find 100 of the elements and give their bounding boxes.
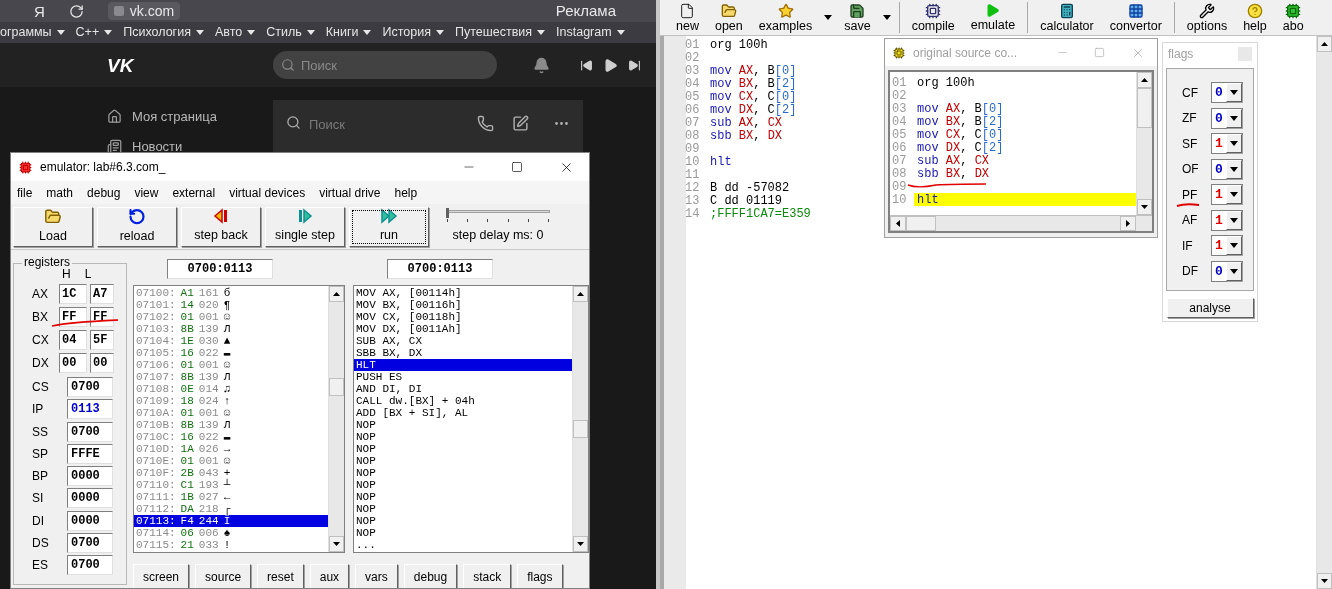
register-field[interactable]: FFFE <box>67 443 113 464</box>
memory-row[interactable]: 0710B: 8B 139 Л <box>134 419 328 431</box>
toolbar-button[interactable]: Load <box>13 206 93 247</box>
menu-item[interactable]: math <box>46 183 74 202</box>
register-field[interactable]: 0700 <box>67 532 113 553</box>
flag-dropdown[interactable]: 0 <box>1211 158 1243 180</box>
maximize-icon[interactable] <box>511 161 523 173</box>
memory-row[interactable]: 07109: 18 024 ↑ <box>134 395 328 407</box>
scrollbar[interactable] <box>572 286 588 552</box>
memory-row[interactable]: 07107: 8B 139 Л <box>134 371 328 383</box>
toolbar-button[interactable]: convertor <box>1101 0 1170 35</box>
panel-button[interactable]: vars <box>355 564 398 588</box>
arrow-up-icon[interactable] <box>577 292 584 296</box>
instruction-row[interactable]: NOP <box>354 503 572 515</box>
bookmark-link[interactable]: Психология <box>123 23 191 42</box>
memory-row[interactable]: 07108: 0E 014 ♫ <box>134 383 328 395</box>
horizontal-scrollbar[interactable] <box>890 215 1152 231</box>
scrollbar[interactable] <box>328 286 344 552</box>
toolbar-button[interactable]: abo <box>1274 0 1312 35</box>
register-field[interactable]: 04 <box>59 329 87 350</box>
menu-item[interactable]: virtual devices <box>229 183 306 202</box>
menu-item[interactable]: view <box>134 183 159 202</box>
flag-dropdown[interactable]: 1 <box>1211 209 1243 231</box>
instruction-row[interactable]: ... <box>354 539 572 551</box>
register-field[interactable]: 0700 <box>67 555 113 576</box>
register-field[interactable]: FF <box>59 306 87 327</box>
scroll-thumb[interactable] <box>329 378 344 396</box>
arrow-down-icon[interactable] <box>1141 205 1148 209</box>
memory-row[interactable]: 07100: A1 161 б <box>134 287 328 299</box>
flag-dropdown[interactable]: 0 <box>1211 107 1243 129</box>
instruction-row[interactable]: ADD [BX + SI], AL <box>354 407 572 419</box>
instruction-row[interactable]: NOP <box>354 419 572 431</box>
nav-link[interactable]: Моя страница <box>132 107 217 127</box>
toolbar-button[interactable]: save <box>836 0 879 35</box>
memory-row[interactable]: 07115: 21 033 ! <box>134 539 328 551</box>
register-field[interactable]: 0700 <box>67 421 113 442</box>
panel-button[interactable]: source <box>195 564 252 588</box>
scroll-thumb[interactable] <box>1137 88 1152 128</box>
memory-row[interactable]: 07112: DA 218 ┌ <box>134 503 328 515</box>
flag-dropdown[interactable]: 1 <box>1211 133 1243 155</box>
memory-row[interactable]: 0710A: 01 001 ☺ <box>134 407 328 419</box>
arrow-down-icon[interactable] <box>577 542 584 546</box>
register-field[interactable]: 0113 <box>67 399 113 420</box>
register-field[interactable]: FF <box>90 306 114 327</box>
instruction-row[interactable]: NOP <box>354 527 572 539</box>
memory-row[interactable]: 07110: C1 193 ┴ <box>134 479 328 491</box>
memory-row[interactable]: 07105: 16 022 ▬ <box>134 347 328 359</box>
instruction-row[interactable]: HLT <box>354 359 572 371</box>
toolbar-button[interactable]: run <box>349 206 429 247</box>
instruction-row[interactable]: MOV AX, [00114h] <box>354 287 572 299</box>
register-field[interactable]: 00 <box>59 352 87 373</box>
instruction-row[interactable]: MOV CX, [00118h] <box>354 311 572 323</box>
arrow-down-icon[interactable] <box>333 542 340 546</box>
arrow-right-icon[interactable] <box>1126 220 1130 227</box>
bookmark-link[interactable]: Авто <box>214 23 243 42</box>
register-field[interactable]: 0700 <box>67 377 113 398</box>
instruction-row[interactable]: MOV DX, [0011Ah] <box>354 323 572 335</box>
toolbar-button[interactable]: compile <box>903 0 963 35</box>
instruction-row[interactable]: SUB AX, CX <box>354 335 572 347</box>
flag-dropdown[interactable]: 1 <box>1211 184 1243 206</box>
instruction-row[interactable]: NOP <box>354 491 572 503</box>
next-icon[interactable] <box>628 58 641 72</box>
reload-icon[interactable] <box>68 3 84 19</box>
site-logo[interactable]: VK <box>107 55 141 75</box>
panel-button[interactable]: stack <box>463 564 512 588</box>
browser-logo[interactable]: Я <box>34 3 45 19</box>
analyse-button[interactable]: analyse <box>1166 298 1254 318</box>
panel-button[interactable]: flags <box>517 564 563 588</box>
edit-icon[interactable] <box>512 115 529 132</box>
delay-slider[interactable] <box>446 208 550 223</box>
search-field[interactable]: Поиск <box>273 51 497 79</box>
toolbar-button[interactable]: help <box>1235 0 1275 35</box>
toolbar-button[interactable]: new <box>668 0 707 35</box>
toolbar-button[interactable]: examples <box>750 0 821 35</box>
instruction-row[interactable]: PUSH ES <box>354 371 572 383</box>
bookmark-link[interactable]: Путешествия <box>454 23 533 42</box>
arrow-left-icon[interactable] <box>896 220 900 227</box>
previous-icon[interactable] <box>580 58 593 72</box>
bookmark-link[interactable]: История <box>382 23 431 42</box>
bookmark-link[interactable]: C++ <box>75 23 100 42</box>
toolbar-button[interactable]: reload <box>97 206 177 247</box>
memory-row[interactable]: 0710C: 16 022 ▬ <box>134 431 328 443</box>
instruction-row[interactable]: NOP <box>354 515 572 527</box>
scrollbar[interactable] <box>1136 72 1152 215</box>
memory-row[interactable]: 07101: 14 020 ¶ <box>134 299 328 311</box>
menu-item[interactable]: help <box>394 183 418 202</box>
instruction-row[interactable]: NOP <box>354 467 572 479</box>
toolbar-button[interactable]: options <box>1178 0 1236 35</box>
memory-row[interactable]: 07111: 1B 027 ← <box>134 491 328 503</box>
address-bar[interactable]: vk.com <box>107 2 181 20</box>
panel-button[interactable]: reset <box>257 564 304 588</box>
menu-item[interactable]: virtual drive <box>319 183 381 202</box>
panel-button[interactable]: screen <box>133 564 190 588</box>
nav-link[interactable]: Новости <box>132 136 183 156</box>
address-field[interactable]: 0700:0113 <box>387 259 493 279</box>
menu-item[interactable]: debug <box>87 183 121 202</box>
instruction-row[interactable]: AND DI, DI <box>354 383 572 395</box>
memory-row[interactable]: 0710E: 01 001 ☺ <box>134 455 328 467</box>
memory-row[interactable]: 07102: 01 001 ☺ <box>134 311 328 323</box>
instruction-row[interactable]: NOP <box>354 455 572 467</box>
